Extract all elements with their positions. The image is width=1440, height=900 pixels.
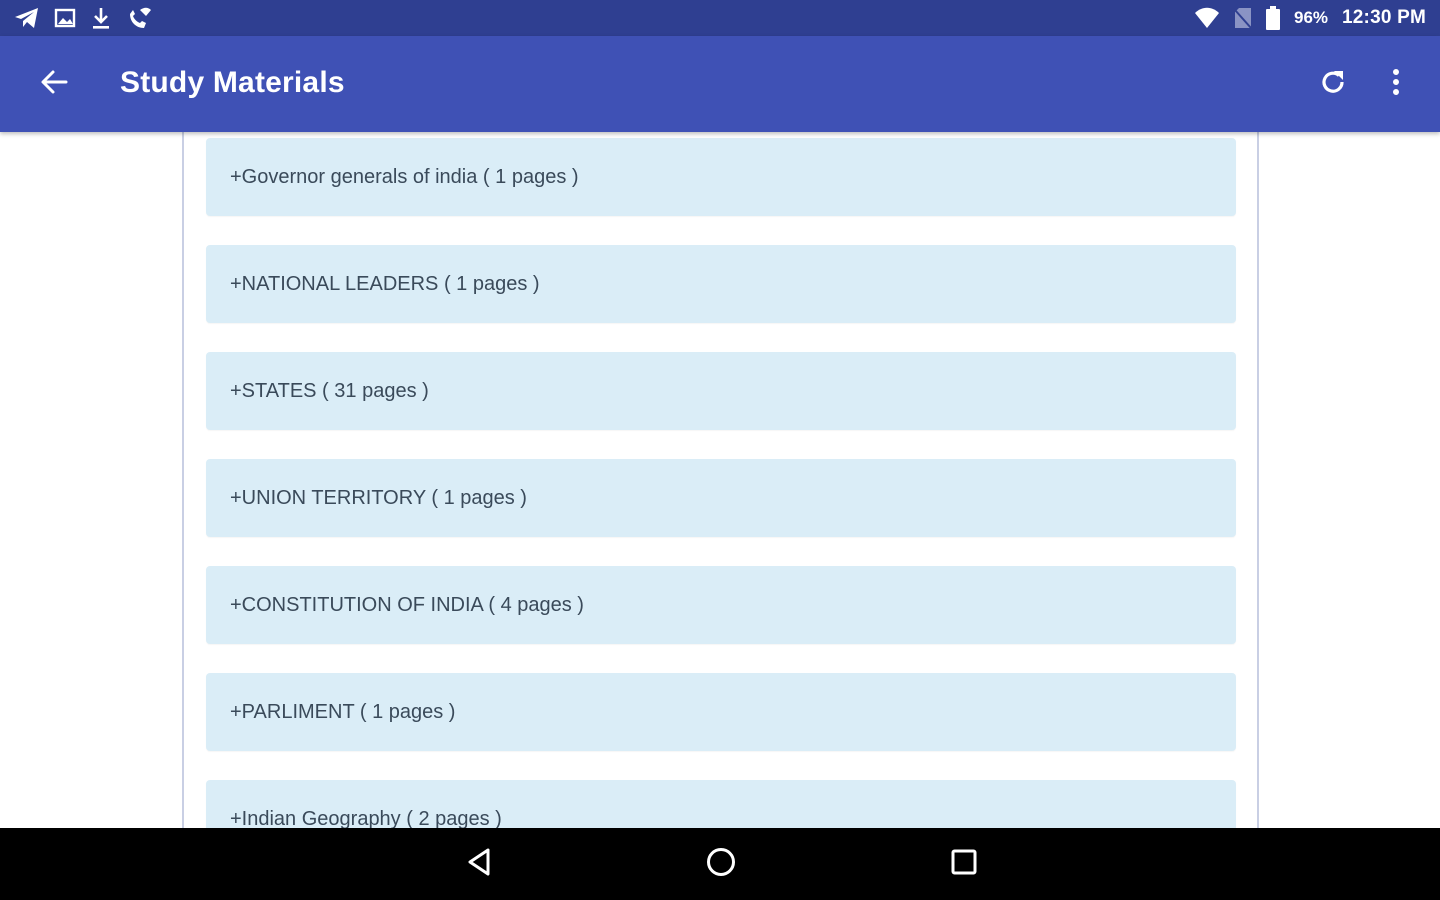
list-item[interactable]: +PARLIMENT ( 1 pages ) bbox=[206, 673, 1236, 751]
status-notifications bbox=[14, 6, 152, 30]
nav-back-icon bbox=[466, 847, 492, 882]
image-icon bbox=[54, 7, 76, 29]
battery-percent: 96% bbox=[1293, 8, 1329, 27]
arrow-left-icon bbox=[40, 68, 68, 101]
overflow-menu-button[interactable] bbox=[1376, 62, 1416, 106]
download-icon bbox=[90, 6, 112, 30]
no-sim-icon bbox=[1234, 7, 1252, 29]
wifi-icon bbox=[1194, 7, 1220, 29]
nav-back-button[interactable] bbox=[455, 842, 503, 886]
app-bar: Study Materials bbox=[0, 36, 1440, 132]
clock: 12:30 PM bbox=[1342, 7, 1426, 28]
telegram-icon bbox=[14, 7, 40, 29]
page-title: Study Materials bbox=[120, 66, 345, 99]
nav-recents-button[interactable] bbox=[940, 842, 988, 886]
nav-recents-icon bbox=[950, 848, 978, 881]
status-system: 96% 12:30 PM bbox=[1194, 6, 1426, 30]
nav-home-button[interactable] bbox=[697, 842, 745, 886]
study-materials-panel[interactable]: +Governor generals of india ( 1 pages ) … bbox=[182, 132, 1259, 828]
study-materials-list: +Governor generals of india ( 1 pages ) … bbox=[206, 138, 1237, 828]
status-bar: 96% 12:30 PM bbox=[0, 0, 1440, 36]
list-item[interactable]: +Governor generals of india ( 1 pages ) bbox=[206, 138, 1236, 216]
list-item[interactable]: +NATIONAL LEADERS ( 1 pages ) bbox=[206, 245, 1236, 323]
list-item[interactable]: +UNION TERRITORY ( 1 pages ) bbox=[206, 459, 1236, 537]
refresh-icon bbox=[1319, 68, 1347, 101]
battery-icon bbox=[1265, 6, 1280, 30]
list-item[interactable]: +STATES ( 31 pages ) bbox=[206, 352, 1236, 430]
more-vert-icon bbox=[1392, 68, 1400, 101]
list-item[interactable]: +CONSTITUTION OF INDIA ( 4 pages ) bbox=[206, 566, 1236, 644]
navigation-bar bbox=[0, 828, 1440, 900]
phone-wifi-icon bbox=[126, 6, 152, 30]
list-item[interactable]: +Indian Geography ( 2 pages ) bbox=[206, 780, 1236, 828]
back-button[interactable] bbox=[30, 64, 78, 104]
nav-home-icon bbox=[705, 846, 737, 883]
refresh-button[interactable] bbox=[1310, 62, 1356, 106]
